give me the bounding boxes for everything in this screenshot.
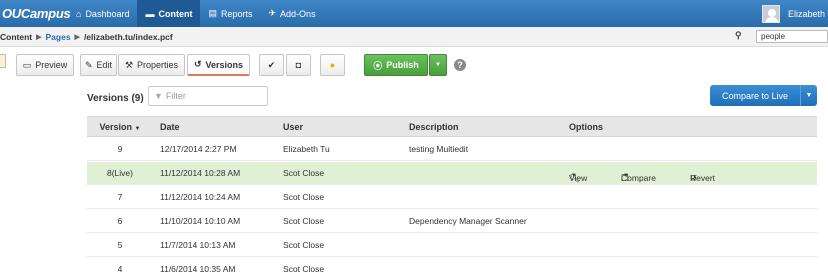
main-nav: ⌂ Dashboard ▬ Content ▤ Reports ✈ Add-On… [68, 0, 324, 27]
cell-date: 12/17/2014 2:27 PM [160, 144, 237, 154]
checkmark-icon: ✔ [267, 59, 276, 70]
nav-add-ons[interactable]: ✈ Add-Ons [261, 0, 324, 27]
caret-down-icon: ▼ [435, 62, 441, 68]
cell-user: Elizabeth Tu [283, 144, 330, 154]
cell-user: Scot Close [283, 264, 325, 274]
column-header-description[interactable]: Description [409, 122, 459, 132]
cell-version: 5 [117, 240, 123, 250]
broadcast-icon: ⦿ [373, 60, 383, 71]
sort-down-icon: ▼ [134, 126, 141, 132]
column-header-version[interactable]: Version ▼ [87, 122, 153, 132]
column-header-options: Options [569, 122, 603, 132]
report-icon: ▤ [208, 8, 217, 18]
breadcrumb-path: /elizabeth.tu/index.pcf [83, 31, 173, 42]
table-row[interactable]: 6 11/10/2014 10:10 AM Scot Close Depende… [87, 210, 817, 233]
site-select[interactable]: people [756, 30, 828, 43]
funnel-icon: ▼ [154, 91, 163, 101]
publish-options-dropdown[interactable]: ▼ [429, 54, 447, 76]
cell-version: 6 [117, 216, 123, 226]
versions-button[interactable]: ↺ Versions [187, 54, 250, 76]
caret-down-icon[interactable]: ▼ [800, 85, 817, 106]
preview-label: Preview [35, 60, 68, 70]
cell-user: Scot Close [283, 192, 325, 202]
chevron-right-icon: ▶ [36, 33, 42, 41]
publish-button[interactable]: ⦿ Publish [364, 54, 428, 76]
home-icon: ⌂ [76, 8, 82, 19]
nav-add-ons-label: Add-Ons [280, 8, 316, 19]
table-header: Version ▼ Date User Description Options [87, 116, 817, 137]
cell-version: 7 [117, 192, 123, 202]
cell-version: 8(Live) [107, 168, 133, 178]
filter-placeholder: Filter [165, 91, 186, 101]
cell-date: 11/7/2014 10:13 AM [160, 240, 236, 250]
cell-date: 11/6/2014 10:35 AM [160, 264, 236, 274]
app-logo[interactable]: OUCampus [0, 6, 71, 21]
column-header-user[interactable]: User [283, 122, 303, 132]
cell-user: Scot Close [283, 216, 325, 226]
monitor-icon: ▭ [22, 59, 32, 70]
cell-version: 4 [117, 264, 123, 274]
caret-down-icon: ▼ [571, 173, 577, 179]
edit-label: Edit [96, 60, 113, 70]
save-button[interactable]: ◘ [286, 54, 311, 76]
check-in-button[interactable]: ✔ [259, 54, 284, 76]
edit-button[interactable]: ✎ Edit [80, 54, 117, 76]
floppy-icon: ◘ [295, 60, 302, 70]
cell-date: 11/12/2014 10:28 AM [160, 168, 241, 178]
column-header-date[interactable]: Date [160, 122, 180, 132]
tips-button[interactable]: ● [320, 54, 345, 76]
location-pin-icon: ⚲ [735, 30, 742, 40]
compare-to-live-button[interactable]: Compare to Live ▼ [710, 85, 817, 106]
cell-version: 9 [117, 144, 123, 154]
folder-icon: ▬ [145, 8, 155, 19]
lightbulb-icon: ● [329, 60, 336, 70]
publish-label: Publish [386, 60, 419, 70]
table-row[interactable]: 9 12/17/2014 2:27 PM Elizabeth Tu testin… [87, 138, 817, 161]
properties-label: Properties [137, 60, 179, 70]
chevron-right-icon: ▶ [74, 33, 80, 41]
avatar [762, 4, 780, 23]
cell-user: Scot Close [283, 240, 325, 250]
cell-date: 11/10/2014 10:10 AM [160, 216, 241, 226]
nav-dashboard[interactable]: ⌂ Dashboard [68, 0, 137, 27]
properties-button[interactable]: ⚒ Properties [118, 54, 185, 76]
filter-input[interactable]: ▼ Filter [148, 86, 268, 106]
versions-label: Versions [205, 59, 244, 70]
revert-label: Revert [690, 173, 716, 183]
page-toolbar: ▭ Preview ✎ Edit ⚒ Properties ↺ Versions… [0, 48, 828, 81]
user-name: Elizabeth Tu [788, 8, 828, 19]
preview-button[interactable]: ▭ Preview [16, 54, 74, 76]
help-icon[interactable]: ? [454, 59, 466, 71]
breadcrumb-pages[interactable]: Pages [46, 32, 71, 42]
top-navigation-bar: OUCampus ⌂ Dashboard ▬ Content ▤ Reports… [0, 0, 828, 27]
cell-user: Scot Close [283, 168, 325, 178]
table-row[interactable]: 7 11/12/2014 10:24 AM Scot Close [87, 186, 817, 209]
cell-date: 11/12/2014 10:24 AM [160, 192, 241, 202]
page-title: Versions (9) [87, 93, 144, 104]
table-row[interactable]: 5 11/7/2014 10:13 AM Scot Close [87, 234, 817, 257]
table-row[interactable]: 8(Live) 11/12/2014 10:28 AM Scot Close 🔍… [87, 162, 817, 185]
breadcrumb: Content ▶ Pages ▶ /elizabeth.tu/index.pc… [0, 27, 828, 47]
cell-description: Dependency Manager Scanner [409, 216, 527, 226]
tools-icon: ⚒ [124, 59, 134, 70]
nav-content-label: Content [158, 8, 193, 19]
user-menu[interactable]: Elizabeth Tu [762, 0, 828, 27]
nav-content[interactable]: ▬ Content [137, 0, 201, 27]
pencil-icon: ✎ [84, 59, 93, 70]
cell-description: testing Multiedit [409, 144, 469, 154]
column-header-version-label: Version [99, 122, 133, 132]
panel-toggle[interactable] [0, 54, 6, 68]
table-row[interactable]: 4 11/6/2014 10:35 AM Scot Close [87, 258, 817, 278]
nav-dashboard-label: Dashboard [85, 8, 130, 19]
nav-reports-label: Reports [220, 8, 253, 19]
compare-to-live-label: Compare to Live [721, 90, 789, 101]
nav-reports[interactable]: ▤ Reports [200, 0, 260, 27]
breadcrumb-content[interactable]: Content [0, 32, 32, 42]
pin-icon: ✈ [268, 8, 277, 18]
caret-down-icon: ▼ [623, 173, 629, 179]
history-icon: ↺ [193, 59, 202, 69]
